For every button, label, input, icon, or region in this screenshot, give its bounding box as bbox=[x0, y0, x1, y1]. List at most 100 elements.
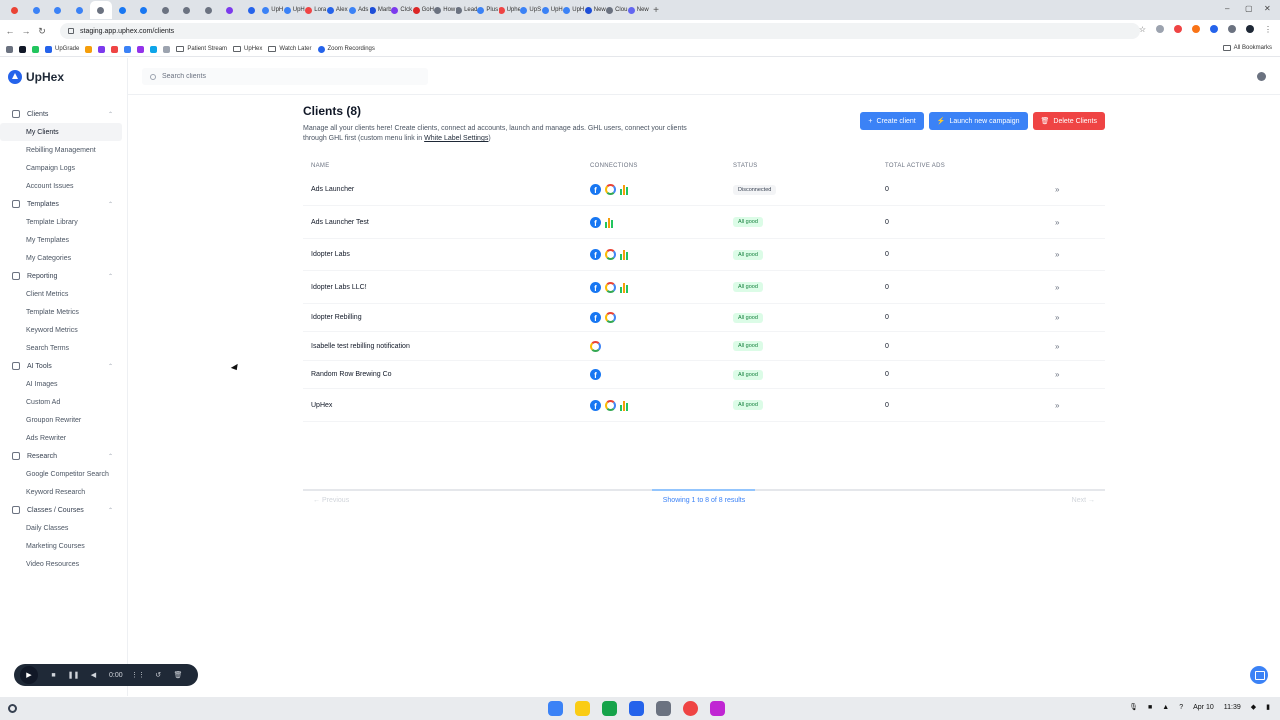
client-name[interactable]: Idopter Rebilling bbox=[311, 314, 590, 321]
recorder-app-icon[interactable] bbox=[710, 701, 725, 716]
pause-icon[interactable]: ❚❚ bbox=[68, 671, 80, 680]
open-client-icon[interactable]: » bbox=[1055, 370, 1095, 379]
browser-tab[interactable]: New bbox=[627, 1, 650, 19]
sheets-app-icon[interactable] bbox=[602, 701, 617, 716]
browser-tab[interactable]: Uphe bbox=[498, 1, 520, 19]
browser-tab[interactable] bbox=[4, 1, 26, 19]
client-name[interactable]: Idopter Labs bbox=[311, 251, 590, 258]
extension-icon[interactable] bbox=[1174, 25, 1182, 33]
open-client-icon[interactable]: » bbox=[1055, 283, 1095, 292]
browser-tab[interactable]: Alex bbox=[326, 1, 349, 19]
browser-tab[interactable]: UpS bbox=[520, 1, 542, 19]
client-name[interactable]: UpHex bbox=[311, 402, 590, 409]
bookmark-star-icon[interactable]: ☆ bbox=[1139, 25, 1146, 34]
next-page-button[interactable]: Next → bbox=[1072, 497, 1095, 504]
create-client-button[interactable]: + Create client bbox=[860, 112, 924, 130]
system-tray[interactable]: 🎙 ■ ▲ ? Apr 10 11:39 ◆ ▮ bbox=[1129, 703, 1270, 712]
chevron-up-icon[interactable]: ⌃ bbox=[108, 201, 113, 208]
sidebar-item-client-metrics[interactable]: Client Metrics bbox=[0, 285, 127, 303]
open-client-icon[interactable]: » bbox=[1055, 401, 1095, 410]
sidebar-section-templates[interactable]: Templates ⌃ bbox=[0, 195, 127, 213]
bookmark-icon[interactable] bbox=[85, 45, 93, 53]
bookmark-icon[interactable] bbox=[98, 45, 106, 53]
table-row[interactable]: Idopter Labs f All good 0 » bbox=[303, 239, 1105, 271]
table-row[interactable]: Ads Launcher f Disconnected 0 » bbox=[303, 174, 1105, 206]
client-name[interactable]: Isabelle test rebilling notification bbox=[311, 343, 590, 350]
column-header-status[interactable]: STATUS bbox=[733, 163, 885, 169]
sidebar-item-ai-images[interactable]: AI Images bbox=[0, 375, 127, 393]
browser-tab[interactable] bbox=[47, 1, 69, 19]
table-row[interactable]: Idopter Rebilling f All good 0 » bbox=[303, 304, 1105, 332]
browser-tab[interactable]: GoH bbox=[412, 1, 435, 19]
camera-icon[interactable]: ▶ bbox=[20, 666, 38, 684]
column-header-name[interactable]: NAME bbox=[311, 163, 590, 169]
table-row[interactable]: Idopter Labs LLC! f All good 0 » bbox=[303, 271, 1105, 304]
browser-tab[interactable]: Lora bbox=[305, 1, 327, 19]
app-logo[interactable]: UpHex bbox=[8, 70, 64, 84]
sidebar-section-clients[interactable]: Clients ⌃ bbox=[0, 105, 127, 123]
bookmark-icon[interactable] bbox=[163, 45, 171, 53]
browser-tab[interactable] bbox=[219, 1, 241, 19]
sidebar-item-keyword-metrics[interactable]: Keyword Metrics bbox=[0, 321, 127, 339]
files-app-icon[interactable] bbox=[548, 701, 563, 716]
column-header-active-ads[interactable]: TOTAL ACTIVE ADS bbox=[885, 163, 1055, 169]
bookmark-icon[interactable] bbox=[124, 45, 132, 53]
browser-tab[interactable]: Marb bbox=[369, 1, 391, 19]
browser-tab[interactable] bbox=[155, 1, 177, 19]
restart-icon[interactable]: ↺ bbox=[154, 671, 163, 680]
sidebar-section-ai-tools[interactable]: AI Tools ⌃ bbox=[0, 357, 127, 375]
bookmark-icon[interactable] bbox=[150, 45, 158, 53]
column-header-connections[interactable]: CONNECTIONS bbox=[590, 163, 733, 169]
browser-tab[interactable] bbox=[90, 1, 112, 19]
bookmark-patient-stream[interactable]: Patient Stream bbox=[176, 46, 227, 52]
browser-tab[interactable] bbox=[198, 1, 220, 19]
table-row[interactable]: Random Row Brewing Co f All good 0 » bbox=[303, 361, 1105, 389]
drag-handle-icon[interactable]: ⋮⋮ bbox=[131, 671, 145, 680]
browser-tab[interactable] bbox=[176, 1, 198, 19]
browser-tab[interactable] bbox=[69, 1, 91, 19]
maximize-icon[interactable]: ▢ bbox=[1245, 4, 1253, 13]
apps-icon[interactable] bbox=[6, 45, 13, 53]
table-row[interactable]: Ads Launcher Test f All good 0 » bbox=[303, 206, 1105, 239]
mute-icon[interactable]: ◀ bbox=[89, 671, 98, 680]
chrome-app-icon[interactable] bbox=[683, 701, 698, 716]
app-icon[interactable] bbox=[656, 701, 671, 716]
reload-icon[interactable]: ↻ bbox=[36, 26, 48, 37]
back-icon[interactable]: ← bbox=[4, 26, 16, 36]
browser-tab[interactable]: UpH bbox=[563, 1, 585, 19]
client-name[interactable]: Ads Launcher bbox=[311, 186, 590, 193]
sidebar-item-daily-classes[interactable]: Daily Classes bbox=[0, 519, 127, 537]
sidebar-item-account-issues[interactable]: Account Issues bbox=[0, 177, 127, 195]
browser-tab[interactable]: Lead bbox=[455, 1, 477, 19]
chevron-up-icon[interactable]: ⌃ bbox=[108, 507, 113, 514]
sidebar-item-ads-rewriter[interactable]: Ads Rewriter bbox=[0, 429, 127, 447]
sidebar-item-google-competitor-search[interactable]: Google Competitor Search bbox=[0, 465, 127, 483]
browser-tab[interactable]: Ads bbox=[348, 1, 370, 19]
sidebar-item-template-library[interactable]: Template Library bbox=[0, 213, 127, 231]
stop-icon[interactable]: ■ bbox=[49, 671, 58, 680]
sidebar-item-campaign-logs[interactable]: Campaign Logs bbox=[0, 159, 127, 177]
sidebar-item-template-metrics[interactable]: Template Metrics bbox=[0, 303, 127, 321]
client-name[interactable]: Random Row Brewing Co bbox=[311, 371, 590, 378]
keep-app-icon[interactable] bbox=[575, 701, 590, 716]
extension-icon[interactable] bbox=[1228, 25, 1236, 33]
browser-tab[interactable]: UpH bbox=[283, 1, 306, 19]
sidebar-item-rebilling-management[interactable]: Rebilling Management bbox=[0, 141, 127, 159]
close-window-icon[interactable]: ✕ bbox=[1264, 4, 1271, 13]
star-bookmark-icon[interactable] bbox=[19, 45, 26, 53]
bookmark-watch-later[interactable]: Watch Later bbox=[268, 46, 312, 52]
bookmark-uphex[interactable]: UpHex bbox=[233, 46, 262, 52]
browser-tab[interactable]: Plus bbox=[477, 1, 499, 19]
open-client-icon[interactable]: » bbox=[1055, 250, 1095, 259]
browser-tab[interactable] bbox=[133, 1, 155, 19]
sidebar-item-groupon-rewriter[interactable]: Groupon Rewriter bbox=[0, 411, 127, 429]
open-client-icon[interactable]: » bbox=[1055, 313, 1095, 322]
bookmark-icon[interactable] bbox=[32, 45, 39, 53]
forward-icon[interactable]: → bbox=[20, 26, 32, 36]
menu-kebab-icon[interactable]: ⋮ bbox=[1264, 25, 1272, 34]
chevron-up-icon[interactable]: ⌃ bbox=[108, 363, 113, 370]
support-chat-button[interactable] bbox=[1250, 666, 1268, 684]
extension-icon[interactable] bbox=[1210, 25, 1218, 33]
browser-tab[interactable]: Clck bbox=[391, 1, 413, 19]
search-input[interactable] bbox=[162, 73, 412, 80]
